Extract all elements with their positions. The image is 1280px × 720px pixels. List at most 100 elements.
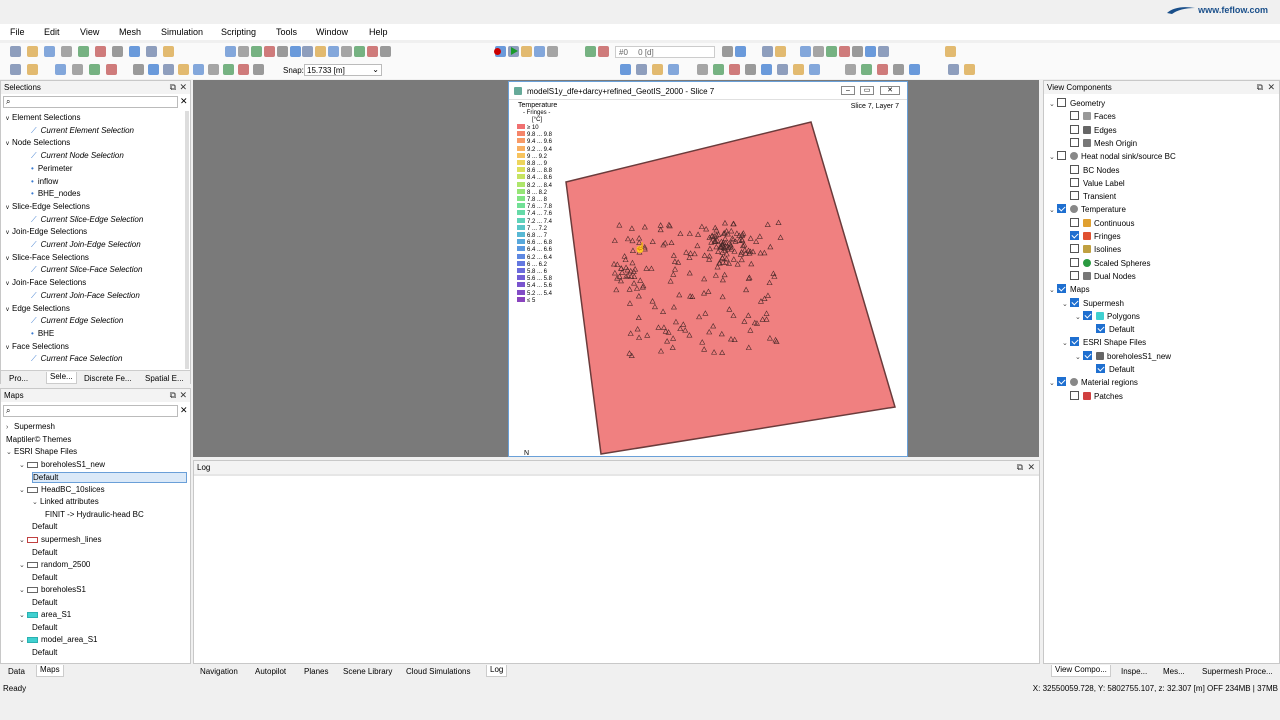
- toolbar-tool-icon[interactable]: [10, 46, 21, 57]
- chevron-down-icon[interactable]: ⌄: [32, 498, 40, 506]
- clear-search-icon[interactable]: ✕: [180, 405, 188, 416]
- close-icon[interactable]: ✕: [1027, 462, 1035, 473]
- scrollbar[interactable]: [185, 111, 189, 369]
- checkbox[interactable]: [1057, 151, 1066, 161]
- toolbar-tool-icon[interactable]: [163, 64, 174, 75]
- selection-item[interactable]: v Node Selections: [6, 138, 70, 147]
- checkbox[interactable]: [1070, 137, 1079, 147]
- map-tree-item[interactable]: Default: [32, 472, 187, 484]
- menu-file[interactable]: File: [10, 27, 25, 37]
- float-icon[interactable]: ⧉: [1017, 462, 1023, 473]
- menu-window[interactable]: Window: [316, 27, 348, 37]
- checkbox[interactable]: [1070, 390, 1079, 400]
- checkbox[interactable]: [1096, 324, 1105, 334]
- toolbar-tool-icon[interactable]: [845, 64, 856, 75]
- tab-1[interactable]: Sele...: [46, 372, 77, 384]
- close-icon[interactable]: ✕: [179, 82, 187, 93]
- chevron-down-icon[interactable]: ⌄: [19, 461, 27, 469]
- chevron-down-icon[interactable]: ⌄: [1049, 379, 1057, 387]
- checkbox[interactable]: [1057, 284, 1066, 294]
- float-icon[interactable]: ⧉: [170, 390, 176, 401]
- toolbar-tool-icon[interactable]: [112, 46, 123, 57]
- toolbar-tool-icon[interactable]: [585, 46, 596, 57]
- toolbar-tool-icon[interactable]: [380, 46, 391, 57]
- close-icon[interactable]: ✕: [179, 390, 187, 401]
- view-component-item[interactable]: Default: [1088, 364, 1134, 374]
- tab-autopilot[interactable]: Autopilot: [255, 667, 286, 676]
- menu-tools[interactable]: Tools: [276, 27, 297, 37]
- map-tree-item[interactable]: ⌄ model_area_S1: [19, 635, 97, 644]
- toolbar-tool-icon[interactable]: [800, 46, 811, 57]
- view-component-item[interactable]: Dual Nodes: [1062, 270, 1136, 281]
- toolbar-tool-icon[interactable]: [909, 64, 920, 75]
- map-tree-item[interactable]: Default: [32, 598, 57, 607]
- map-tree-item[interactable]: ⌄ ESRI Shape Files: [6, 447, 77, 456]
- selection-item[interactable]: v Face Selections: [6, 342, 69, 351]
- toolbar-tool-icon[interactable]: [264, 46, 275, 57]
- tab-3[interactable]: Supermesh Proce...: [1202, 667, 1273, 676]
- selection-item[interactable]: • BHE_nodes: [31, 189, 81, 198]
- toolbar-tool-icon[interactable]: [302, 46, 313, 57]
- chevron-down-icon[interactable]: ⌄: [1049, 286, 1057, 294]
- checkbox[interactable]: [1070, 231, 1079, 240]
- toolbar-tool-icon[interactable]: [861, 64, 872, 75]
- map-tree-item[interactable]: Maptiler© Themes: [6, 435, 71, 444]
- toolbar-tool-icon[interactable]: [826, 46, 837, 57]
- toolbar-tool-icon[interactable]: [668, 64, 679, 75]
- tab-3[interactable]: Spatial E...: [145, 374, 184, 383]
- clear-search-icon[interactable]: ✕: [180, 96, 188, 107]
- menu-help[interactable]: Help: [369, 27, 388, 37]
- toolbar-tool-icon[interactable]: [290, 46, 301, 57]
- view-component-item[interactable]: Scaled Spheres: [1062, 257, 1150, 268]
- tab-2[interactable]: Discrete Fe...: [84, 374, 132, 383]
- view-component-item[interactable]: ⌄ ESRI Shape Files: [1062, 337, 1146, 347]
- chevron-down-icon[interactable]: v: [6, 307, 9, 313]
- toolbar-tool-icon[interactable]: [148, 64, 159, 75]
- map-tree-item[interactable]: ⌄ boreholesS1: [19, 585, 86, 594]
- chevron-down-icon[interactable]: ⌄: [372, 65, 379, 74]
- toolbar-tool-icon[interactable]: [521, 46, 532, 57]
- toolbar-tool-icon[interactable]: [27, 46, 38, 57]
- tab-navigation[interactable]: Navigation: [200, 667, 238, 676]
- chevron-down-icon[interactable]: ⌄: [1062, 300, 1070, 308]
- checkbox[interactable]: [1070, 111, 1079, 121]
- toolbar-tool-icon[interactable]: [877, 64, 888, 75]
- toolbar-tool-icon[interactable]: [534, 46, 545, 57]
- map-tree-item[interactable]: ⌄ area_S1: [19, 610, 71, 619]
- toolbar-tool-icon[interactable]: [146, 46, 157, 57]
- checkbox[interactable]: [1070, 124, 1079, 134]
- view-component-item[interactable]: Patches: [1062, 390, 1123, 401]
- view-component-item[interactable]: ⌄ boreholesS1_new: [1075, 350, 1171, 361]
- chevron-right-icon[interactable]: ›: [6, 424, 14, 431]
- toolbar-tool-icon[interactable]: [178, 64, 189, 75]
- view-component-item[interactable]: ⌄ Geometry: [1049, 98, 1105, 108]
- toolbar-tool-icon[interactable]: [55, 64, 66, 75]
- chevron-down-icon[interactable]: ⌄: [19, 536, 27, 544]
- tab-log[interactable]: Log: [486, 665, 508, 677]
- close-icon[interactable]: ✕: [1267, 82, 1275, 93]
- map-tree-item[interactable]: FINIT -> Hydraulic-head BC: [45, 510, 144, 519]
- view-component-item[interactable]: ⌄ Polygons: [1075, 310, 1140, 321]
- toolbar-tool-icon[interactable]: [652, 64, 663, 75]
- menu-view[interactable]: View: [80, 27, 99, 37]
- map-tree-item[interactable]: ⌄ random_2500: [19, 560, 90, 569]
- toolbar-tool-icon[interactable]: [354, 46, 365, 57]
- view-component-item[interactable]: ⌄ Supermesh: [1062, 297, 1124, 308]
- view-component-item[interactable]: Faces: [1062, 111, 1116, 121]
- view-component-item[interactable]: Value Label: [1062, 177, 1125, 188]
- checkbox[interactable]: [1070, 270, 1079, 280]
- view-component-item[interactable]: Continuous: [1062, 217, 1134, 228]
- toolbar-tool-icon[interactable]: [865, 46, 876, 57]
- chevron-down-icon[interactable]: ⌄: [19, 586, 27, 594]
- toolbar-tool-icon[interactable]: [277, 46, 288, 57]
- toolbar-tool-icon[interactable]: [225, 46, 236, 57]
- slice-view-window[interactable]: modelS1y_dfe+darcy+refined_GeotIS_2000 -…: [508, 81, 908, 457]
- toolbar-tool-icon[interactable]: [238, 46, 249, 57]
- chevron-down-icon[interactable]: ⌄: [19, 561, 27, 569]
- toolbar-tool-icon[interactable]: [61, 46, 72, 57]
- slice-plot[interactable]: [509, 82, 907, 456]
- map-tree-item[interactable]: ⌄ HeadBC_10slices: [19, 485, 105, 494]
- toolbar-tool-icon[interactable]: [839, 46, 850, 57]
- tab-2[interactable]: Mes...: [1163, 667, 1185, 676]
- selections-search-input[interactable]: ⌕: [3, 96, 178, 108]
